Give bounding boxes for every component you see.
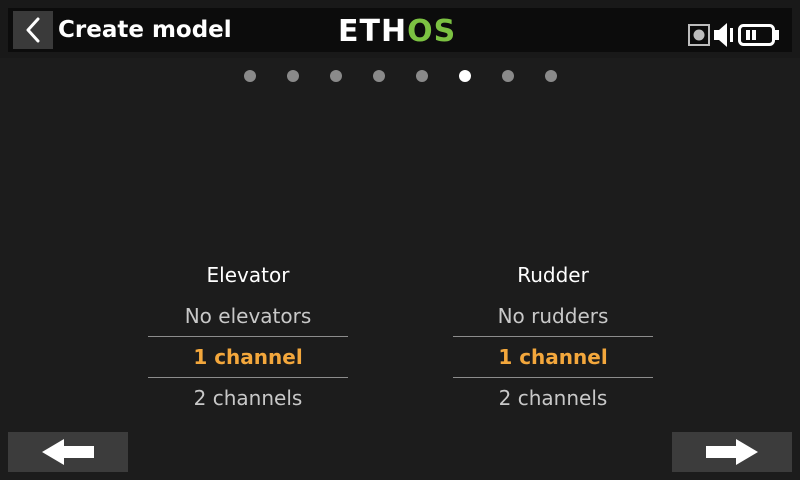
page-dot-active xyxy=(459,70,471,82)
page-dot xyxy=(545,70,557,82)
page-dot xyxy=(373,70,385,82)
option-rudder-2-channels[interactable]: 2 channels xyxy=(453,378,653,418)
page-dot xyxy=(502,70,514,82)
page-indicator xyxy=(240,70,570,84)
speaker-icon[interactable] xyxy=(713,22,735,48)
arrow-right-icon xyxy=(706,439,758,465)
back-button[interactable] xyxy=(13,11,53,49)
top-bar: Create model ETHOS xyxy=(0,0,800,58)
ethos-logo: ETHOS xyxy=(338,14,457,49)
battery-icon xyxy=(738,24,779,46)
record-square-icon xyxy=(688,24,710,46)
chevron-left-icon xyxy=(26,17,40,43)
option-no-rudders[interactable]: No rudders xyxy=(453,296,653,336)
page-dot xyxy=(330,70,342,82)
rudder-label: Rudder xyxy=(517,263,589,287)
page-title: Create model xyxy=(58,17,232,43)
option-elevator-2-channels[interactable]: 2 channels xyxy=(148,378,348,418)
rudder-selector: Rudder No rudders 1 channel 2 channels xyxy=(453,258,653,418)
elevator-selector: Elevator No elevators 1 channel 2 channe… xyxy=(148,258,348,418)
page-dot xyxy=(287,70,299,82)
option-rudder-1-channel[interactable]: 1 channel xyxy=(453,337,653,377)
option-elevator-1-channel[interactable]: 1 channel xyxy=(148,337,348,377)
elevator-label: Elevator xyxy=(206,263,290,287)
page-dot xyxy=(416,70,428,82)
arrow-left-icon xyxy=(42,439,94,465)
next-button[interactable] xyxy=(672,432,792,472)
previous-button[interactable] xyxy=(8,432,128,472)
page-dot xyxy=(244,70,256,82)
option-no-elevators[interactable]: No elevators xyxy=(148,296,348,336)
header: Create model ETHOS xyxy=(8,8,792,52)
